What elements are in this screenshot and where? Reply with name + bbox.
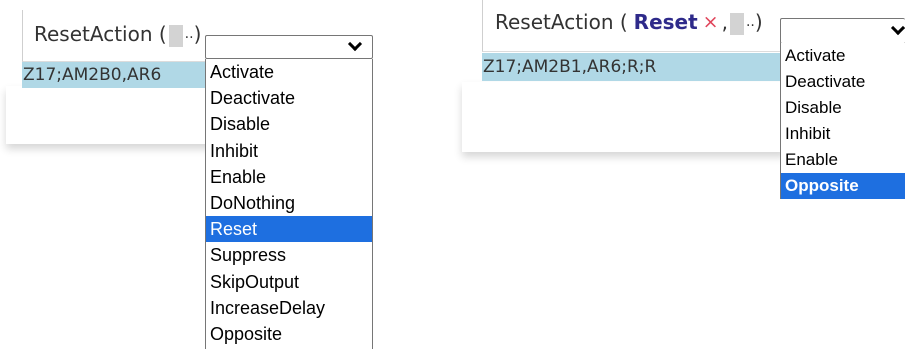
dropdown-option-inhibit[interactable]: Inhibit [206,138,372,164]
left-card-shadow [6,86,238,144]
left-panel: ResetAction ( .. ) Z17;AM2B0,AR6 Activat… [0,0,440,349]
left-argument-placeholder[interactable] [168,25,183,47]
right-action-select[interactable] [780,18,905,44]
right-panel: ResetAction ( Reset × , .. ) Z17;AM2B1,A… [462,0,905,349]
dropdown-option-activate[interactable]: Activate [781,43,905,69]
remove-token-icon[interactable]: × [703,11,719,33]
left-function-name: ResetAction ( [34,22,167,46]
left-action-dropdown-list[interactable]: Activate Deactivate Disable Inhibit Enable Do… [205,59,373,349]
right-close-paren: ) [754,10,763,34]
dropdown-option-enable[interactable]: Enable [781,147,905,173]
chevron-down-icon [347,36,363,52]
dropdown-option-opposite[interactable]: Opposite [206,321,372,347]
dropdown-option-deactivate[interactable]: Deactivate [781,69,905,95]
right-code-output: Z17;AM2B1,AR6;R;R [482,53,786,81]
left-expression: ResetAction ( .. ) [34,22,202,47]
right-comma: , [721,10,728,34]
dropdown-option-increasedelay[interactable]: IncreaseDelay [206,295,372,321]
dropdown-option-skipoutput[interactable]: SkipOutput [206,269,372,295]
right-action-dropdown-list[interactable]: Activate Deactivate Disable Inhibit Enable Op… [780,43,905,199]
dropdown-option-enable[interactable]: Enable [206,164,372,190]
right-argument-placeholder[interactable] [729,13,744,35]
right-expression: ResetAction ( Reset × , .. ) [495,10,763,35]
chevron-down-icon [890,20,905,36]
dropdown-option-disable[interactable]: Disable [206,111,372,137]
dropdown-option-disable[interactable]: Disable [781,95,905,121]
dropdown-option-opposite[interactable]: Opposite [781,173,905,199]
left-close-paren: ) [193,22,202,46]
dropdown-option-inhibit[interactable]: Inhibit [781,121,905,147]
right-function-name: ResetAction ( [495,10,628,34]
right-ellipsis: .. [745,14,755,30]
right-card-shadow [462,82,786,152]
dropdown-option-suppress[interactable]: Suppress [206,242,372,268]
left-action-select[interactable] [205,35,373,59]
dropdown-option-activate[interactable]: Activate [206,59,372,85]
dropdown-option-donothing[interactable]: DoNothing [206,190,372,216]
dropdown-option-deactivate[interactable]: Deactivate [206,85,372,111]
selected-action-token[interactable]: Reset [634,10,698,34]
dropdown-option-reset[interactable]: Reset [206,216,372,243]
left-ellipsis: .. [184,26,194,42]
left-code-output: Z17;AM2B0,AR6 [22,62,208,88]
